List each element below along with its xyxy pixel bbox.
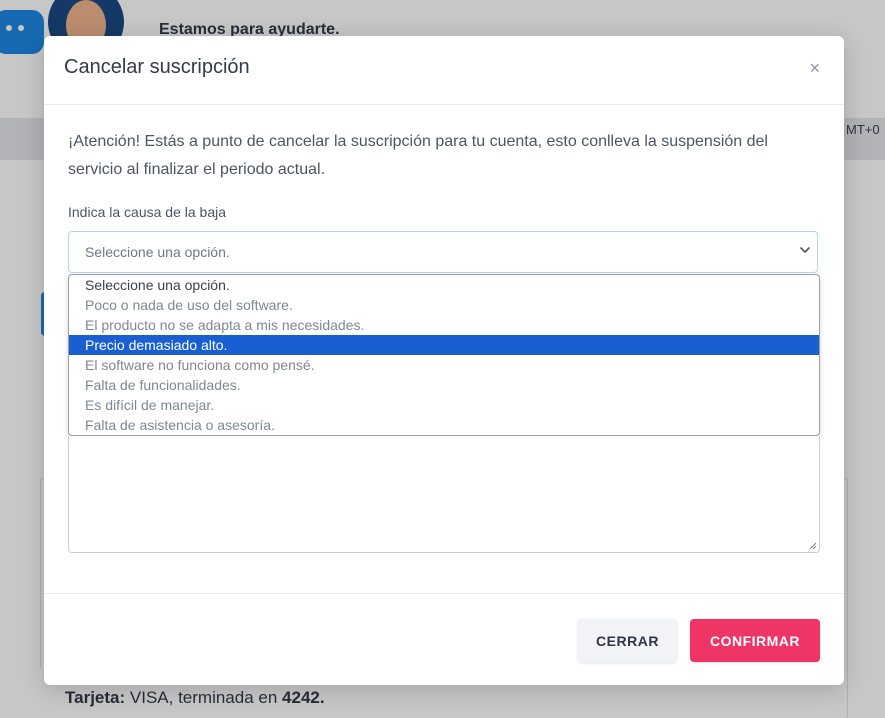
reason-select[interactable]: Seleccione una opción. bbox=[68, 231, 818, 273]
close-icon[interactable]: × bbox=[809, 58, 820, 78]
dropdown-option[interactable]: Falta de funcionalidades. bbox=[69, 375, 819, 395]
comments-textarea[interactable] bbox=[68, 436, 820, 553]
cancel-subscription-modal: Cancelar suscripción × ¡Atención! Estás … bbox=[44, 36, 844, 685]
modal-header: Cancelar suscripción × bbox=[44, 36, 844, 105]
dropdown-option[interactable]: El software no funciona como pensé. bbox=[69, 355, 819, 375]
dropdown-option[interactable]: Seleccione una opción. bbox=[69, 275, 819, 295]
confirm-button[interactable]: CONFIRMAR bbox=[690, 619, 820, 662]
dropdown-option[interactable]: Poco o nada de uso del software. bbox=[69, 295, 819, 315]
dropdown-option[interactable]: El producto no se adapta a mis necesidad… bbox=[69, 315, 819, 335]
resize-handle-icon[interactable] bbox=[809, 542, 817, 550]
reason-select-value: Seleccione una opción. bbox=[85, 244, 230, 260]
chevron-down-icon bbox=[800, 247, 810, 253]
reason-label: Indica la causa de la baja bbox=[68, 204, 226, 220]
modal-title: Cancelar suscripción bbox=[64, 56, 250, 78]
reason-dropdown: Seleccione una opción. Poco o nada de uso… bbox=[68, 274, 820, 436]
dropdown-option[interactable]: Es difícil de manejar. bbox=[69, 395, 819, 415]
warning-message: ¡Atención! Estás a punto de cancelar la … bbox=[68, 133, 768, 178]
modal-footer: CERRAR CONFIRMAR bbox=[44, 593, 844, 686]
dropdown-option[interactable]: Falta de asistencia o asesoría. bbox=[69, 415, 819, 435]
close-button[interactable]: CERRAR bbox=[578, 619, 677, 662]
dropdown-option[interactable]: Precio demasiado alto. bbox=[69, 335, 819, 355]
